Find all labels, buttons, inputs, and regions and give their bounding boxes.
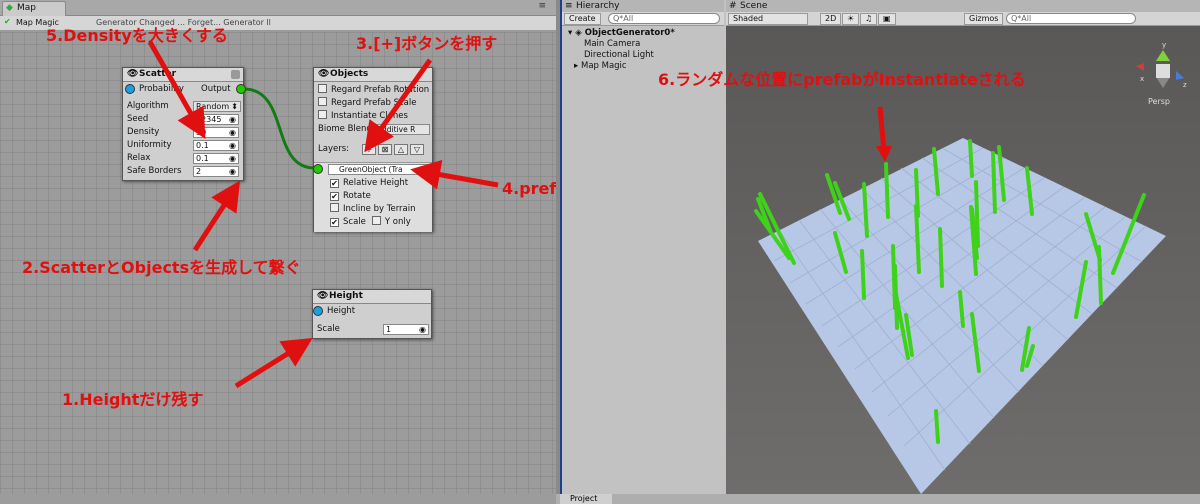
tab-project[interactable]: Project [560,494,612,504]
svg-text:z: z [1183,81,1187,89]
tab-scene[interactable]: # Scene [726,0,1200,12]
root-label: ObjectGenerator0* [584,28,675,38]
annotation-3: 3.[+]ボタンを押す [356,34,498,53]
unity-scene-icon: ◈ [575,28,582,38]
hierarchy-root[interactable]: ▾ ◈ ObjectGenerator0* [568,28,675,39]
scene-toolbar: Shaded 2D ☀ ♫ ▣ Gizmos Q*All [726,12,1200,26]
item-label: Map Magic [580,61,627,71]
arrow-plus [364,58,433,153]
item-label: Directional Light [584,50,654,60]
effects-icon[interactable]: ▣ [878,13,896,25]
scene-render: x y z Persp [754,41,1187,494]
orientation-gizmo[interactable]: x y z [1136,41,1187,89]
svg-text:x: x [1140,75,1144,83]
audio-icon[interactable]: ♫ [860,13,878,25]
project-strip: Project [556,494,1200,504]
project-tab-label: Project [570,494,598,503]
persp-label[interactable]: Persp [1148,97,1170,106]
tab-hierarchy[interactable]: ≡ Hierarchy [562,0,724,12]
create-button[interactable]: Create [564,13,601,25]
scene-tab-label: Scene [740,1,768,11]
arrow-head [876,146,892,162]
shading-value: Shaded [733,14,764,23]
expand-arrow-icon[interactable]: ▾ [568,28,572,38]
item-label: Main Camera [584,39,641,49]
scene-panel: # Scene Shaded 2D ☀ ♫ ▣ Gizmos Q*All x y… [658,0,1200,494]
arrow-density [147,40,206,140]
svg-text:y: y [1162,41,1166,49]
scene-icon: # [729,1,737,11]
arrow-instantiate [877,106,887,153]
hierarchy-tab-label: Hierarchy [576,1,620,11]
hierarchy-item-map-magic[interactable]: ▸ Map Magic [574,61,627,72]
hierarchy-item-main-camera[interactable]: Main Camera [584,39,640,50]
gizmos-menu[interactable]: Gizmos [964,13,1004,25]
annotation-arrows [147,40,499,389]
lighting-icon[interactable]: ☀ [842,13,860,25]
scene-search-input[interactable]: Q*All [1006,13,1136,24]
hierarchy-icon: ≡ [565,1,573,11]
annotation-1: 1.Heightだけ残す [62,390,204,409]
annotation-4: 4.prefabを設定 [502,179,556,198]
bottom-strip [0,494,556,504]
mode-2d-button[interactable]: 2D [820,13,842,25]
arrow-connect [192,180,241,252]
annotation-2: 2.ScatterとObjectsを生成して繋ぐ [22,258,301,277]
hierarchy-item-directional-light[interactable]: Directional Light [584,50,654,61]
hierarchy-search-input[interactable]: Q*All [608,13,720,24]
scene-viewport[interactable]: x y z Persp 6.ランダムな位置にprefabがInstantiate… [658,26,1200,494]
shading-select[interactable]: Shaded [728,13,808,25]
arrow-prefab [410,159,499,190]
annotation-5: 5.Densityを大きくする [46,26,228,45]
collapse-arrow-icon[interactable]: ▸ [574,61,578,71]
arrow-height [234,338,313,389]
hierarchy-toolbar: Create Q*All [562,12,724,26]
map-magic-window: ◆ Map Magic ≡ ✔ Map Magic Generator Chan… [0,0,556,504]
annotation-6: 6.ランダムな位置にprefabがInstantiateされる [658,70,1026,89]
